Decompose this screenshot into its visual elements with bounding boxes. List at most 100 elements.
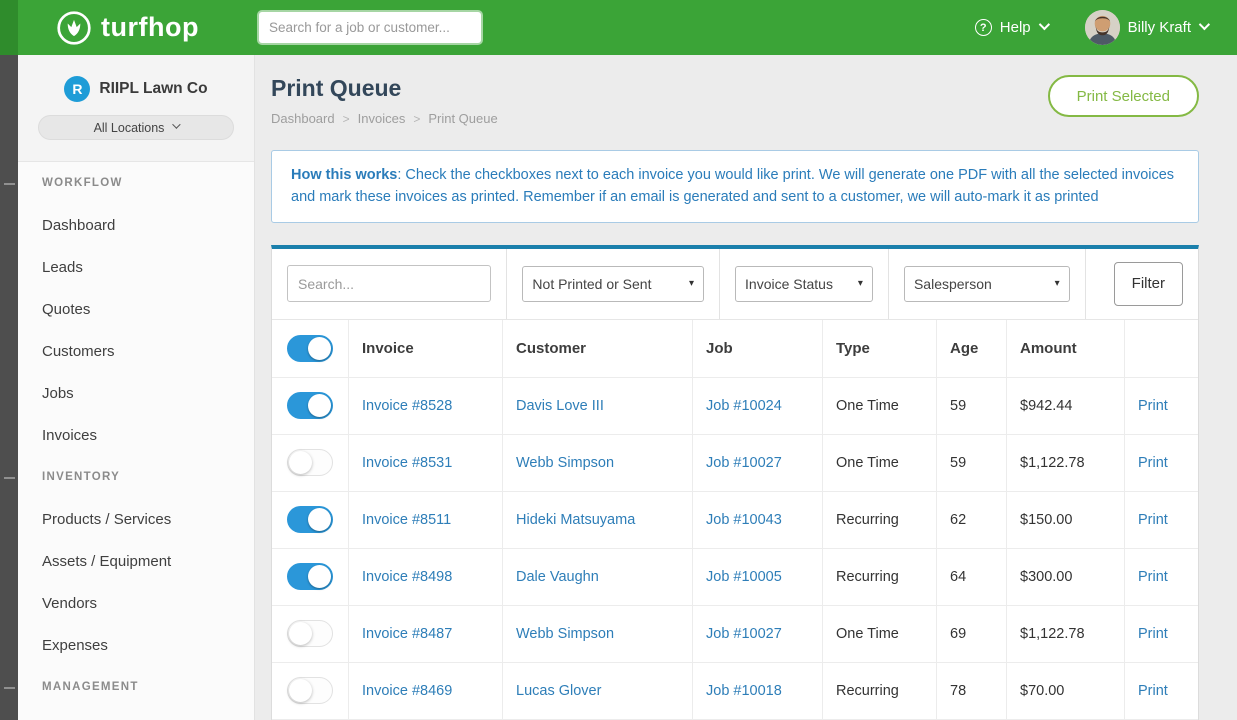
column-header-actions: [1125, 320, 1198, 377]
printed-filter-value: Not Printed or Sent: [532, 276, 651, 292]
select-cell: [272, 606, 349, 662]
invoice-link[interactable]: Invoice #8469: [362, 683, 452, 699]
print-link[interactable]: Print: [1138, 626, 1168, 642]
breadcrumb-print-queue: Print Queue: [428, 111, 497, 126]
select-invoice-toggle[interactable]: [287, 506, 333, 533]
sidebar-item-invoices[interactable]: Invoices: [18, 414, 254, 456]
info-lead: How this works: [291, 167, 397, 183]
invoice-age: 62: [937, 492, 1007, 548]
invoice-type: Recurring: [823, 492, 937, 548]
help-menu[interactable]: ? Help: [975, 19, 1047, 36]
select-invoice-toggle[interactable]: [287, 620, 333, 647]
sidebar-item-products-services[interactable]: Products / Services: [18, 498, 254, 540]
job-link[interactable]: Job #10043: [706, 512, 782, 528]
brand-name: turfhop: [101, 12, 199, 43]
info-box: How this works: Check the checkboxes nex…: [271, 150, 1199, 223]
filter-printed-group: Not Printed or Sent ▾: [507, 249, 720, 319]
dropdown-arrow-icon: ▾: [689, 278, 694, 289]
company: R RIIPL Lawn Co: [18, 55, 254, 102]
job-link[interactable]: Job #10027: [706, 626, 782, 642]
nav-section-reports: REPORTS: [18, 708, 254, 720]
help-label: Help: [1000, 19, 1031, 36]
print-link[interactable]: Print: [1138, 398, 1168, 414]
invoice-link[interactable]: Invoice #8531: [362, 455, 452, 471]
chevron-down-icon: [1199, 19, 1210, 30]
select-invoice-toggle[interactable]: [287, 392, 333, 419]
toggle-knob: [289, 679, 312, 702]
sidebar-item-expenses[interactable]: Expenses: [18, 624, 254, 666]
printed-filter-select[interactable]: Not Printed or Sent ▾: [522, 266, 704, 302]
customer-link[interactable]: Dale Vaughn: [516, 569, 599, 585]
invoice-age: 64: [937, 549, 1007, 605]
invoice-link[interactable]: Invoice #8498: [362, 569, 452, 585]
salesperson-select[interactable]: Salesperson ▾: [904, 266, 1070, 302]
job-link[interactable]: Job #10024: [706, 398, 782, 414]
column-header-invoice: Invoice: [349, 320, 503, 377]
filter-row: Not Printed or Sent ▾ Invoice Status ▾ S…: [272, 249, 1198, 320]
job-link[interactable]: Job #10005: [706, 569, 782, 585]
invoice-amount: $942.44: [1007, 378, 1125, 434]
sidebar-item-dashboard[interactable]: Dashboard: [18, 204, 254, 246]
select-cell: [272, 435, 349, 491]
print-selected-button[interactable]: Print Selected: [1048, 75, 1199, 117]
select-all-toggle[interactable]: [287, 335, 333, 362]
invoice-type: One Time: [823, 435, 937, 491]
help-icon: ?: [975, 19, 992, 36]
toggle-knob: [308, 508, 331, 531]
customer-link[interactable]: Lucas Glover: [516, 683, 601, 699]
sidebar-item-assets-equipment[interactable]: Assets / Equipment: [18, 540, 254, 582]
global-search-input[interactable]: [259, 12, 481, 43]
print-link[interactable]: Print: [1138, 683, 1168, 699]
invoice-link[interactable]: Invoice #8511: [362, 512, 451, 528]
info-body: : Check the checkboxes next to each invo…: [291, 167, 1174, 205]
print-link[interactable]: Print: [1138, 569, 1168, 585]
breadcrumb-dashboard[interactable]: Dashboard: [271, 111, 335, 126]
sidebar-item-jobs[interactable]: Jobs: [18, 372, 254, 414]
select-invoice-toggle[interactable]: [287, 449, 333, 476]
toggle-knob: [308, 394, 331, 417]
customer-link[interactable]: Webb Simpson: [516, 626, 614, 642]
filter-status-group: Invoice Status ▾: [720, 249, 889, 319]
filter-button[interactable]: Filter: [1114, 262, 1183, 306]
select-invoice-toggle[interactable]: [287, 677, 333, 704]
filter-search-group: [272, 249, 507, 319]
table-search-input[interactable]: [287, 265, 491, 302]
invoice-type: Recurring: [823, 663, 937, 719]
print-queue-card: Not Printed or Sent ▾ Invoice Status ▾ S…: [271, 245, 1199, 720]
invoice-type: Recurring: [823, 549, 937, 605]
select-invoice-toggle[interactable]: [287, 563, 333, 590]
select-cell: [272, 378, 349, 434]
sidebar-item-leads[interactable]: Leads: [18, 246, 254, 288]
invoice-link[interactable]: Invoice #8487: [362, 626, 452, 642]
breadcrumb-separator-icon: >: [413, 112, 420, 126]
toggle-knob: [289, 622, 312, 645]
breadcrumb-invoices[interactable]: Invoices: [358, 111, 406, 126]
job-link[interactable]: Job #10018: [706, 683, 782, 699]
user-name: Billy Kraft: [1128, 19, 1191, 36]
table-row: Invoice #8531 Webb Simpson Job #10027 On…: [272, 435, 1198, 492]
column-header-job: Job: [693, 320, 823, 377]
invoice-table: Invoice Customer Job Type Age Amount Inv…: [272, 320, 1198, 720]
sidebar: R RIIPL Lawn Co All Locations WORKFLOW D…: [18, 55, 255, 720]
customer-link[interactable]: Webb Simpson: [516, 455, 614, 471]
invoice-age: 59: [937, 378, 1007, 434]
invoice-status-select[interactable]: Invoice Status ▾: [735, 266, 873, 302]
toggle-knob: [308, 337, 331, 360]
location-selector[interactable]: All Locations: [38, 115, 234, 140]
customer-link[interactable]: Davis Love III: [516, 398, 604, 414]
sidebar-item-customers[interactable]: Customers: [18, 330, 254, 372]
topbar: turfhop ? Help Billy Kraft: [0, 0, 1237, 55]
invoice-age: 59: [937, 435, 1007, 491]
sidebar-item-quotes[interactable]: Quotes: [18, 288, 254, 330]
sidebar-rail: [0, 55, 18, 720]
customer-link[interactable]: Hideki Matsuyama: [516, 512, 635, 528]
salesperson-value: Salesperson: [914, 276, 992, 292]
invoice-link[interactable]: Invoice #8528: [362, 398, 452, 414]
sidebar-item-vendors[interactable]: Vendors: [18, 582, 254, 624]
print-link[interactable]: Print: [1138, 455, 1168, 471]
user-menu[interactable]: Billy Kraft: [1085, 10, 1207, 45]
job-link[interactable]: Job #10027: [706, 455, 782, 471]
select-cell: [272, 549, 349, 605]
print-link[interactable]: Print: [1138, 512, 1168, 528]
table-row: Invoice #8511 Hideki Matsuyama Job #1004…: [272, 492, 1198, 549]
